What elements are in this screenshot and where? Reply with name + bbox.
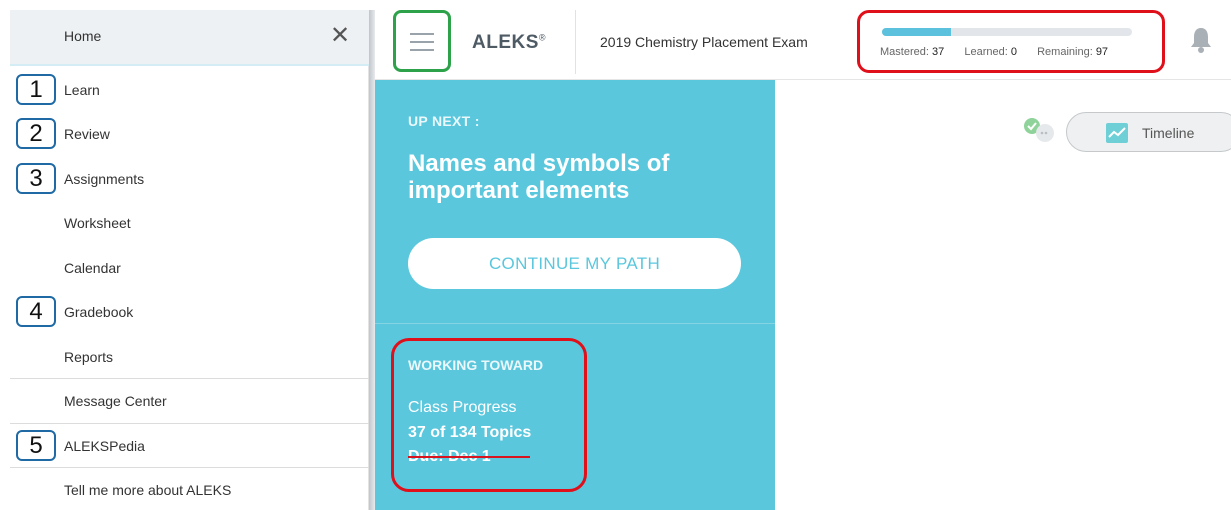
learned-label: Learned: (964, 46, 1008, 58)
sidebar-item-home[interactable]: Home ✕ (10, 10, 369, 66)
exam-title: 2019 Chemistry Placement Exam (600, 34, 808, 50)
annotation-badge-4: 4 (16, 296, 56, 327)
progress-summary[interactable]: Mastered: 37 Learned: 0 Remaining: 97 (857, 10, 1165, 73)
header-separator (575, 10, 576, 74)
next-topic-title: Names and symbols of important elements (408, 150, 670, 204)
mastered-value: 37 (931, 46, 945, 58)
bell-icon[interactable] (1189, 26, 1213, 54)
sidebar-item-learn[interactable]: 1 Learn (10, 68, 369, 112)
sidebar-item-assignments[interactable]: 3 Assignments (10, 157, 369, 201)
sidebar-item-label: Calendar (64, 260, 121, 276)
aleks-logo: ALEKS® (472, 32, 547, 53)
panel-divider (375, 323, 775, 324)
timeline-button[interactable]: Timeline (1066, 112, 1231, 152)
top-header: ALEKS® 2019 Chemistry Placement Exam Mas… (375, 10, 1231, 80)
up-next-label: UP NEXT : (408, 113, 480, 129)
sidebar-item-label: Gradebook (64, 304, 134, 320)
sidebar-item-label: Learn (64, 82, 100, 98)
annotation-badge-5: 5 (16, 430, 56, 461)
check-bubble-icon[interactable] (1022, 116, 1058, 144)
learning-path-panel: UP NEXT : Names and symbols of important… (375, 80, 775, 510)
topics-count: 37 of 134 Topics (408, 424, 532, 441)
learned-value: 0 (1010, 46, 1017, 58)
sidebar-item-label: Tell me more about ALEKS (64, 482, 232, 498)
hamburger-menu-icon[interactable] (393, 10, 451, 72)
continue-my-path-button[interactable]: CONTINUE MY PATH (408, 238, 741, 289)
timeline-chart-icon (1106, 123, 1128, 143)
timeline-label: Timeline (1142, 125, 1195, 141)
progress-bar (882, 28, 1132, 36)
annotation-badge-2: 2 (16, 118, 56, 149)
sidebar-item-label: ALEKSPedia (64, 438, 145, 454)
class-progress-label: Class Progress (408, 399, 517, 416)
sidebar-item-label: Worksheet (64, 215, 131, 231)
sidebar-item-calendar[interactable]: Calendar (10, 246, 369, 290)
sidebar-item-reports[interactable]: Reports (10, 335, 369, 379)
sidebar-item-label: Reports (64, 349, 114, 365)
sidebar-item-tell-me-more[interactable]: Tell me more about ALEKS (10, 468, 369, 510)
annotation-badge-3: 3 (16, 163, 56, 194)
sidebar-item-worksheet[interactable]: Worksheet (10, 201, 369, 245)
sidebar-item-label: Assignments (64, 171, 145, 187)
due-date-strikethrough (408, 456, 530, 458)
sidebar-item-review[interactable]: 2 Review (10, 112, 369, 156)
progress-stats: Mastered: 37 Learned: 0 Remaining: 97 (880, 46, 1108, 58)
sidebar-menu: Home ✕ 1 Learn 2 Review 3 Assignments Wo… (10, 10, 369, 510)
sidebar-item-gradebook[interactable]: 4 Gradebook (10, 290, 369, 334)
progress-bar-fill (882, 28, 951, 36)
remaining-label: Remaining: (1037, 46, 1093, 58)
sidebar-item-home-label: Home (64, 28, 102, 44)
sidebar-item-message-center[interactable]: Message Center (10, 379, 369, 423)
close-icon[interactable]: ✕ (328, 22, 352, 50)
sidebar-item-alekspedia[interactable]: 5 ALEKSPedia (10, 424, 369, 468)
mastered-label: Mastered: (880, 46, 929, 58)
remaining-value: 97 (1095, 46, 1109, 58)
working-toward-label: WORKING TOWARD (408, 357, 544, 373)
sidebar-item-label: Review (64, 126, 110, 142)
annotation-badge-1: 1 (16, 74, 56, 105)
sidebar-item-label: Message Center (64, 393, 167, 409)
